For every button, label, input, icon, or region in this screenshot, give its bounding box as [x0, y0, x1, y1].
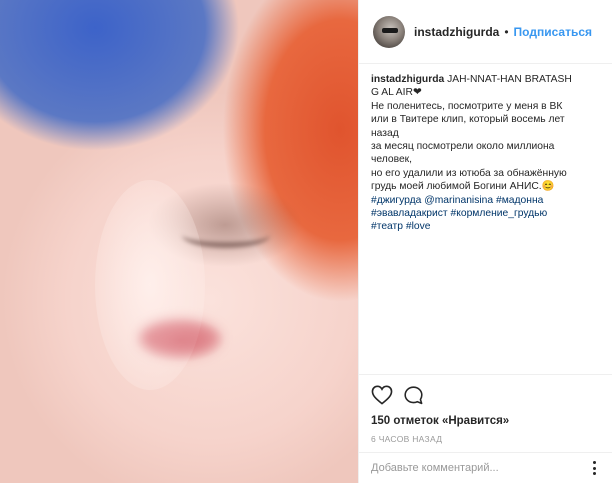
mention-link[interactable]: @marinanisina [424, 195, 493, 206]
dot [592, 461, 596, 464]
caption-line: назад [371, 127, 399, 139]
dot [592, 466, 596, 470]
caption-line: Не поленитесь, посмотрите у меня в ВК [371, 100, 563, 112]
follow-button[interactable]: Подписаться [514, 25, 592, 39]
photo-eyelash [182, 222, 270, 248]
hashtag-link[interactable]: #кормление_грудью [451, 208, 548, 219]
post-caption: instadzhigurda JAH-NNAT-HAN BRATASH G AL… [371, 73, 607, 234]
caption-tags-line: #джигурда @marinanisina #мадонна [371, 194, 607, 207]
dot [592, 472, 596, 475]
photo-highlight [95, 180, 205, 390]
caption-line: но его удалили из ютюба за обнажённую [371, 167, 567, 179]
caption-username[interactable]: instadzhigurda [371, 74, 444, 85]
action-icons [371, 383, 601, 407]
caption-tags-line: #эвавладакрист #кормление_грудью [371, 207, 607, 220]
photo-lips [140, 320, 220, 356]
heart-icon[interactable] [371, 385, 393, 405]
caption-line: грудь моей любимой Богини АНИС.😊 [371, 181, 555, 193]
post-header: instadzhigurda • Подписаться [359, 0, 612, 64]
hashtag-link[interactable]: #театр [371, 221, 403, 232]
caption-line: человек, [371, 154, 413, 166]
comment-bar [359, 452, 612, 483]
caption-title-b: G AL AIR❤ [371, 87, 422, 99]
speech-bubble-icon[interactable] [403, 385, 424, 406]
post-actions: 150 отметок «Нравится» 6 часов назад [359, 374, 612, 444]
hashtag-link[interactable]: #джигурда [371, 195, 421, 206]
caption-line: за месяц посмотрели около миллиона [371, 141, 555, 153]
post-photo[interactable] [0, 0, 358, 483]
post-side-panel: instadzhigurda • Подписаться instadzhigu… [358, 0, 612, 483]
caption-line: или в Твитере клип, который восемь лет [371, 114, 565, 126]
hashtag-link[interactable]: #love [406, 221, 431, 232]
likes-count[interactable]: 150 отметок «Нравится» [371, 415, 601, 427]
caption-title-line: instadzhigurda JAH-NNAT-HAN BRATASH [371, 73, 607, 86]
separator-dot: • [504, 24, 509, 39]
avatar[interactable] [373, 15, 405, 48]
hashtag-link[interactable]: #эвавладакрист [371, 208, 448, 219]
comment-input[interactable] [371, 462, 571, 474]
more-dots-icon[interactable] [587, 461, 601, 475]
username-link[interactable]: instadzhigurda [414, 25, 499, 39]
hashtag-link[interactable]: #мадонна [496, 195, 543, 206]
post-timestamp[interactable]: 6 часов назад [371, 434, 601, 444]
caption-tags-line: #театр #love [371, 220, 607, 233]
caption-title-a: JAH-NNAT-HAN BRATASH [447, 74, 572, 85]
